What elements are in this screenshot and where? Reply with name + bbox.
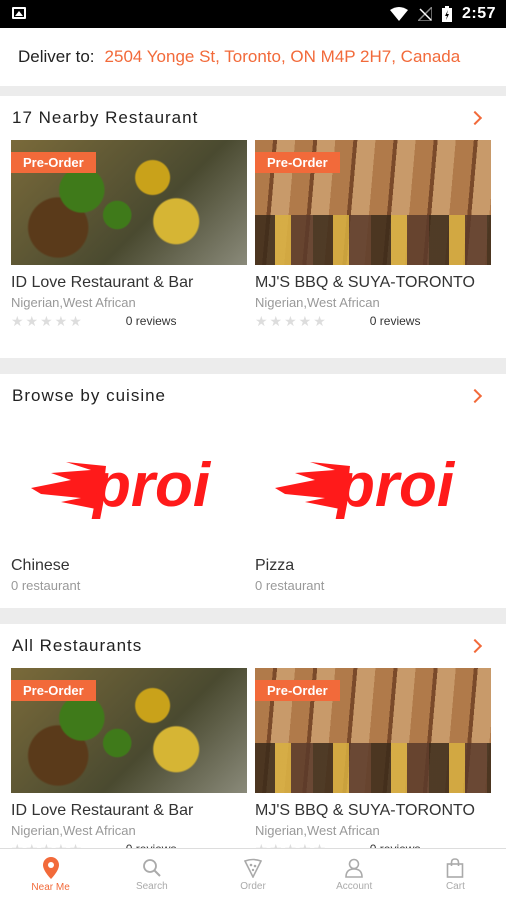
restaurant-cuisine: Nigerian,West African <box>11 295 136 310</box>
all-restaurants-section: All Restaurants Pre-Order ID Love Restau… <box>0 624 506 854</box>
signal-off-icon <box>417 7 432 21</box>
nearby-header[interactable]: 17 Nearby Restaurant <box>0 96 506 140</box>
status-bar: 2:57 <box>0 0 506 28</box>
nav-label: Order <box>240 880 266 892</box>
cuisine-logo-image[interactable]: proi <box>255 418 491 548</box>
person-icon <box>345 858 364 878</box>
nav-label: Near Me <box>31 881 70 893</box>
search-icon <box>142 858 161 877</box>
bottom-nav: Near Me Search Order Account Cart <box>0 848 506 900</box>
gallery-notification-icon <box>12 7 26 19</box>
restaurant-image[interactable]: Pre-Order <box>255 668 491 793</box>
chevron-right-icon[interactable] <box>467 638 483 654</box>
restaurant-cuisine: Nigerian,West African <box>255 295 380 310</box>
review-count: 0 reviews <box>369 314 421 328</box>
rating-row: ★★★★★ 0 reviews <box>11 313 247 329</box>
section-title: 17 Nearby Restaurant <box>12 108 199 127</box>
nav-search[interactable]: Search <box>101 849 202 900</box>
restaurant-image[interactable]: Pre-Order <box>11 140 247 265</box>
section-title: All Restaurants <box>12 636 143 655</box>
pizza-slice-icon <box>243 858 263 878</box>
shopping-bag-icon <box>447 857 464 878</box>
nav-label: Cart <box>445 880 465 892</box>
star-rating-icon: ★★★★★ <box>11 312 84 329</box>
deliver-to-bar[interactable]: Deliver to: 2504 Yonge St, Toronto, ON M… <box>0 28 506 86</box>
cuisine-name: Chinese <box>11 557 70 574</box>
cuisine-count: 0 restaurant <box>11 578 81 593</box>
restaurant-name: ID Love Restaurant & Bar <box>11 274 194 291</box>
preorder-badge: Pre-Order <box>11 680 96 701</box>
nav-order[interactable]: Order <box>202 849 303 900</box>
restaurant-cuisine: Nigerian,West African <box>255 823 380 838</box>
rating-row: ★★★★★ 0 reviews <box>255 313 491 329</box>
restaurant-card[interactable]: Pre-Order ID Love Restaurant & Bar Niger… <box>11 140 247 329</box>
review-count: 0 reviews <box>125 314 177 328</box>
cuisine-card[interactable]: proi Pizza 0 restaurant <box>255 418 491 593</box>
deliver-address[interactable]: 2504 Yonge St, Toronto, ON M4P 2H7, Cana… <box>105 47 461 67</box>
restaurant-name: ID Love Restaurant & Bar <box>11 802 194 819</box>
logo-text: proi <box>91 451 212 520</box>
cuisine-card[interactable]: proi Chinese 0 restaurant <box>11 418 247 593</box>
section-title: Browse by cuisine <box>12 386 167 405</box>
chevron-right-icon[interactable] <box>467 388 483 404</box>
nav-label: Account <box>336 880 373 892</box>
status-time: 2:57 <box>461 5 496 22</box>
cuisine-count: 0 restaurant <box>255 578 325 593</box>
restaurant-name: MJ'S BBQ & SUYA-TORONTO <box>255 274 475 291</box>
restaurant-cuisine: Nigerian,West African <box>11 823 136 838</box>
restaurant-card[interactable]: Pre-Order MJ'S BBQ & SUYA-TORONTO Nigeri… <box>255 140 491 329</box>
restaurant-image[interactable]: Pre-Order <box>11 668 247 793</box>
chevron-right-icon[interactable] <box>467 110 483 126</box>
location-pin-icon <box>42 856 59 879</box>
restaurant-image[interactable]: Pre-Order <box>255 140 491 265</box>
cuisine-header[interactable]: Browse by cuisine <box>0 374 506 418</box>
logo-text: proi <box>335 451 456 520</box>
preorder-badge: Pre-Order <box>255 152 340 173</box>
restaurant-card[interactable]: Pre-Order ID Love Restaurant & Bar Niger… <box>11 668 247 854</box>
preorder-badge: Pre-Order <box>255 680 340 701</box>
preorder-badge: Pre-Order <box>11 152 96 173</box>
nav-label: Search <box>135 880 168 892</box>
cuisine-section: Browse by cuisine proi Chinese 0 restaur… <box>0 374 506 608</box>
star-rating-icon: ★★★★★ <box>255 312 328 329</box>
all-restaurants-header[interactable]: All Restaurants <box>0 624 506 668</box>
nav-account[interactable]: Account <box>304 849 405 900</box>
battery-charging-icon <box>441 6 452 22</box>
cuisine-logo-image[interactable]: proi <box>11 418 247 548</box>
nav-cart[interactable]: Cart <box>405 849 506 900</box>
deliver-label: Deliver to: <box>18 47 95 66</box>
status-icons: 2:57 <box>389 4 496 24</box>
wifi-icon <box>389 7 408 21</box>
nav-near-me[interactable]: Near Me <box>0 849 101 900</box>
cuisine-name: Pizza <box>255 557 295 574</box>
restaurant-card[interactable]: Pre-Order MJ'S BBQ & SUYA-TORONTO Nigeri… <box>255 668 491 854</box>
nearby-section: 17 Nearby Restaurant Pre-Order ID Love R… <box>0 96 506 358</box>
restaurant-name: MJ'S BBQ & SUYA-TORONTO <box>255 802 475 819</box>
